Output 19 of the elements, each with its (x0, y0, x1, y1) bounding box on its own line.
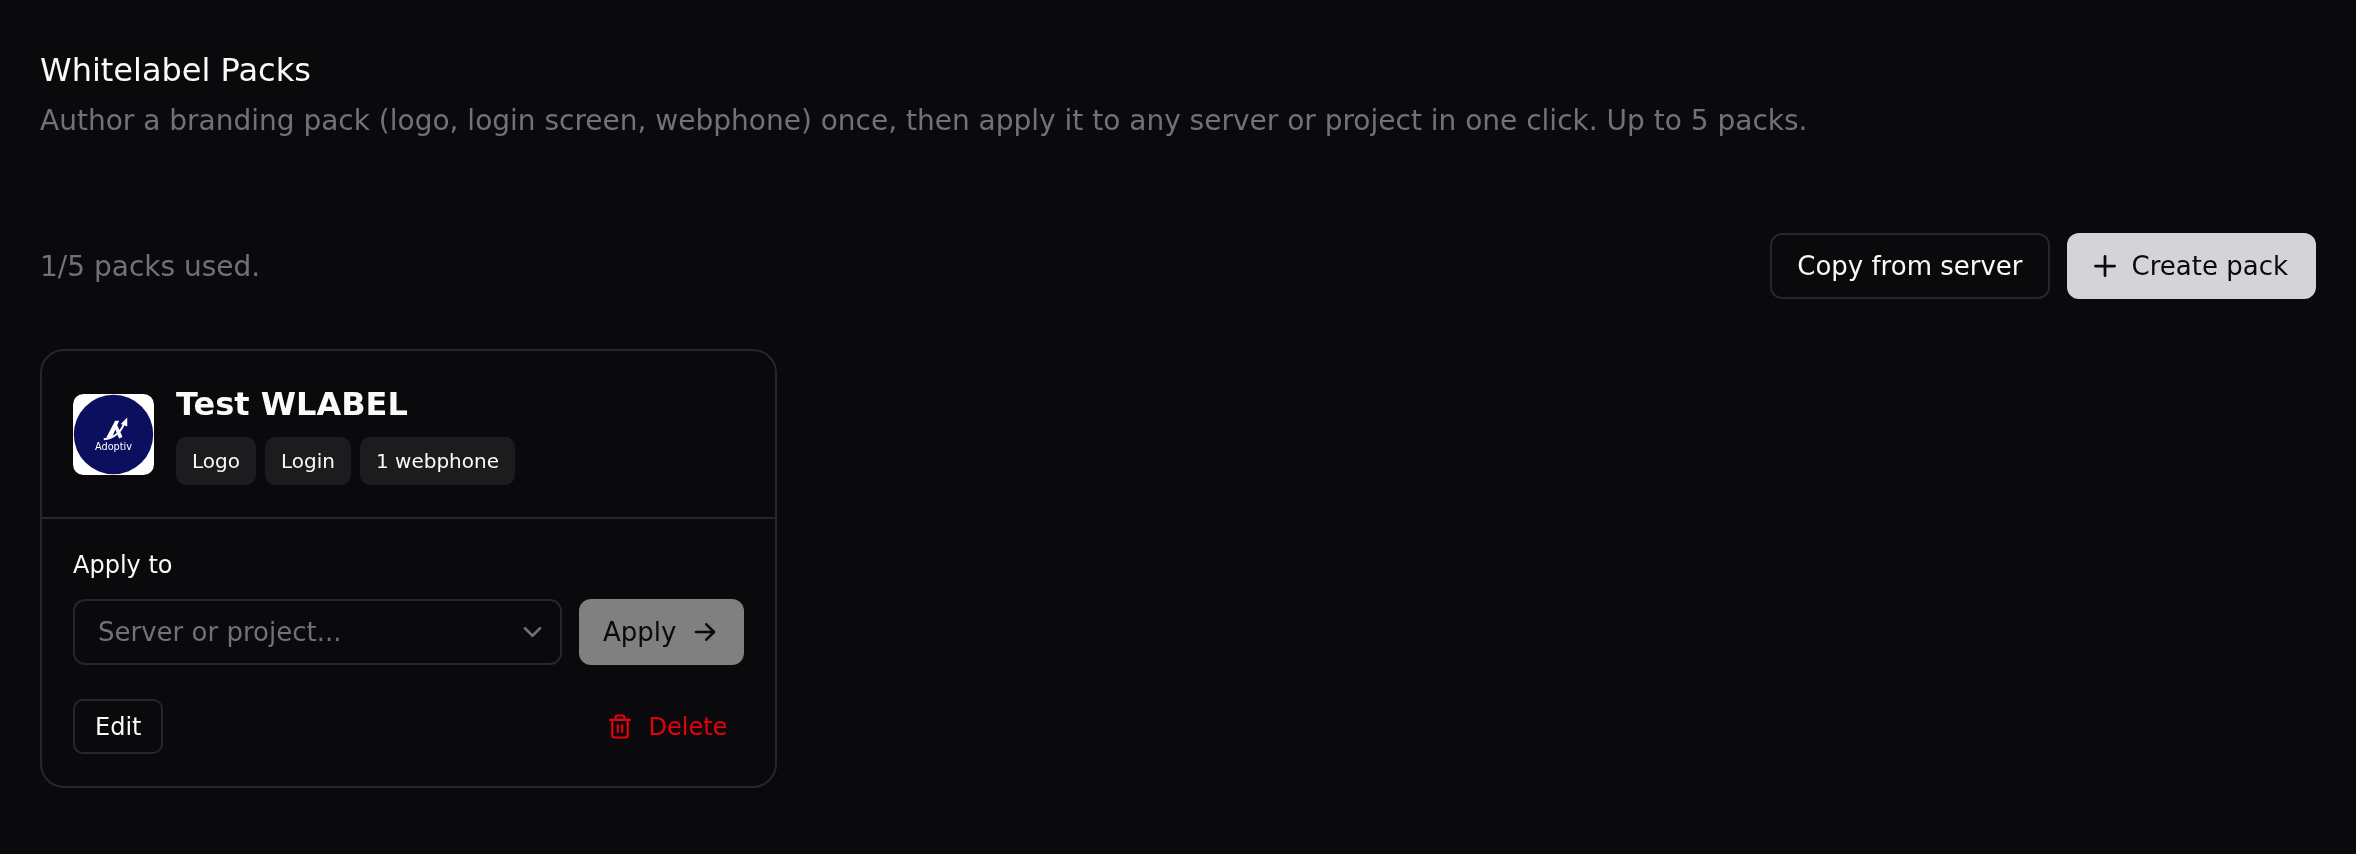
edit-button[interactable]: Edit (73, 699, 164, 754)
pack-name: Test WLABEL (176, 384, 408, 424)
chevron-down-icon (522, 627, 542, 637)
create-pack-button[interactable]: Create pack (2066, 233, 2316, 299)
feature-tag: Login (264, 437, 351, 485)
page-description: Author a branding pack (logo, login screen, webphone) once, then apply it to any server or project in one click. Up to 5 packs. (40, 103, 1808, 139)
packs-usage-text: 1/5 packs used. (40, 249, 261, 283)
logo-wordmark: Adoptiv (95, 440, 132, 452)
arrow-right-icon (694, 623, 717, 641)
feature-tag: 1 webphone (359, 437, 515, 485)
target-select[interactable]: Server or project... (73, 599, 562, 665)
plus-icon (2093, 255, 2116, 277)
apply-to-label: Apply to (73, 550, 173, 580)
page-title: Whitelabel Packs (40, 51, 311, 89)
copy-from-server-button[interactable]: Copy from server (1770, 233, 2050, 299)
logo-mark-icon (103, 417, 128, 441)
delete-button[interactable]: Delete (592, 699, 745, 754)
trash-icon (609, 714, 632, 739)
feature-tag: Logo (176, 437, 256, 485)
